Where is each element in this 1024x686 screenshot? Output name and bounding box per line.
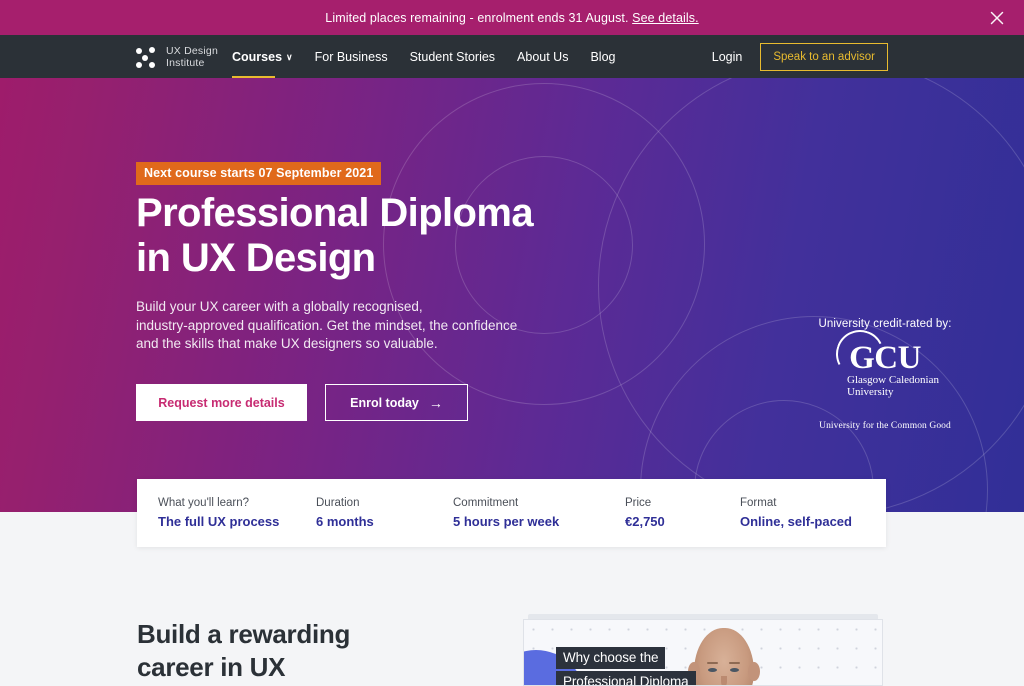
nav-item-for-business[interactable]: For Business [315, 48, 388, 66]
close-icon[interactable] [988, 9, 1006, 27]
login-button[interactable]: Login [712, 50, 743, 64]
nav-item-student-stories[interactable]: Student Stories [410, 48, 495, 66]
announcement-bar: Limited places remaining - enrolment end… [0, 0, 1024, 35]
logo-line-2: Institute [166, 56, 205, 69]
chevron-down-icon: ∨ [286, 51, 293, 62]
request-more-details-button[interactable]: Request more details [136, 384, 307, 421]
nav-links: Courses ∨ For Business Student Stories Ab… [232, 35, 616, 79]
video-subtitle-line-2: Professional Diploma [556, 671, 696, 685]
announcement-message: Limited places remaining - enrolment end… [325, 10, 633, 25]
logo[interactable]: UX Design Institute [136, 45, 218, 69]
video-thumbnail: Why choose the Professional Diploma [524, 620, 882, 685]
section-heading-line-1: Build a rewarding [137, 619, 351, 649]
hero-subtitle: Build your UX career with a globally rec… [136, 298, 536, 354]
stat-value: €2,750 [625, 514, 665, 529]
stat-value: Online, self-paced [740, 514, 852, 529]
logo-text: UX Design Institute [166, 45, 218, 69]
nav-item-about-us[interactable]: About Us [517, 48, 568, 66]
nav-item-courses[interactable]: Courses ∨ [232, 48, 293, 79]
section-heading-line-2: career in UX [137, 652, 286, 682]
arrow-right-icon: → [428, 394, 443, 411]
page-title: Professional Diploma in UX Design [136, 191, 656, 281]
hero-subtitle-line-1: Build your UX career with a globally rec… [136, 299, 423, 314]
stat-label: Price [625, 497, 652, 509]
five-dot-logo-icon [136, 46, 158, 69]
nav-item-courses-label: Courses [232, 49, 283, 64]
stat-item: Format Online, self-paced [719, 497, 852, 529]
enrol-today-label: Enrol today [350, 395, 419, 410]
university-credit-block: University credit-rated by: GCU Glasgow … [755, 318, 1015, 431]
gcu-mark: GCU [829, 323, 921, 385]
hero-buttons: Request more details Enrol today → [136, 384, 468, 421]
announcement-see-details-link[interactable]: See details. [632, 11, 699, 25]
stat-value: 6 months [316, 514, 374, 529]
hero-title-line-2: in UX Design [136, 236, 376, 280]
gcu-name-line-2: University [847, 385, 894, 398]
stat-item: What you'll learn? The full UX process [137, 497, 295, 529]
hero-section: Next course starts 07 September 2021 Pro… [0, 78, 1024, 512]
video-subtitle-line-1: Why choose the [556, 647, 666, 669]
nav-actions: Login Speak to an advisor [712, 35, 888, 78]
section-heading: Build a rewarding career in UX [137, 618, 537, 684]
hero-title-line-1: Professional Diploma [136, 191, 534, 235]
gcu-name: Glasgow Caledonian University [847, 374, 939, 398]
logo-line-1: UX Design [166, 45, 218, 57]
enrol-today-button[interactable]: Enrol today → [325, 384, 468, 421]
announcement-text: Limited places remaining - enrolment end… [325, 11, 698, 25]
hero-content: Next course starts 07 September 2021 Pro… [136, 78, 951, 512]
hero-subtitle-line-2: industry-approved qualification. Get the… [136, 317, 518, 333]
course-start-badge: Next course starts 07 September 2021 [136, 162, 382, 185]
stat-label: Duration [316, 497, 360, 509]
nav-item-blog[interactable]: Blog [590, 48, 615, 66]
gcu-logo: GCU Glasgow Caledonian University [829, 323, 939, 398]
credit-caption: University credit-rated by: [818, 318, 952, 330]
stat-item: Duration 6 months [295, 497, 432, 529]
hero-subtitle-line-3: and the skills that make UX designers so… [136, 336, 438, 351]
stat-value: 5 hours per week [453, 514, 560, 529]
speak-to-advisor-button[interactable]: Speak to an advisor [760, 42, 888, 71]
gcu-motto: University for the Common Good [819, 420, 951, 431]
stat-label: What you'll learn? [158, 497, 250, 509]
stat-item: Commitment 5 hours per week [432, 497, 604, 529]
stat-label: Commitment [453, 497, 519, 509]
stat-value: The full UX process [158, 514, 280, 529]
stat-item: Price €2,750 [604, 497, 719, 529]
page-root: Limited places remaining - enrolment end… [0, 0, 1024, 686]
stat-label: Format [740, 497, 777, 509]
promo-video-card[interactable]: Why choose the Professional Diploma [523, 619, 883, 686]
course-stats-card: What you'll learn? The full UX process D… [137, 479, 886, 547]
